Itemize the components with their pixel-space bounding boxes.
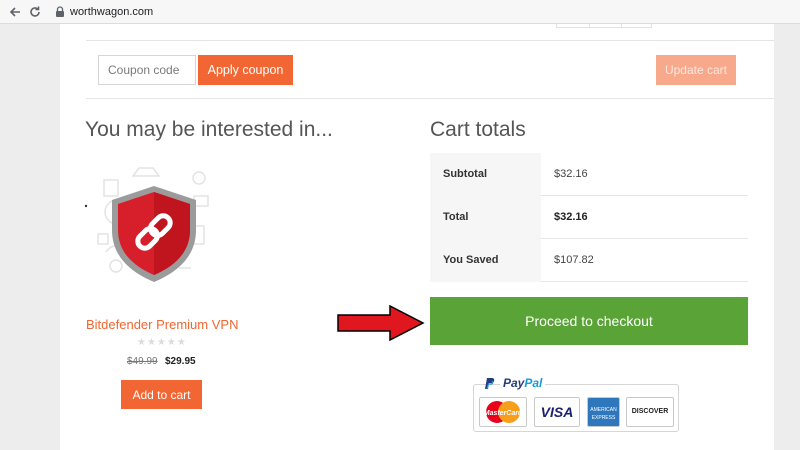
table-row: Total $32.16 bbox=[430, 196, 748, 239]
mastercard-icon: MasterCard bbox=[479, 397, 527, 427]
payment-methods-badge: PayPal MasterCard VISA AMERICAN EXPRESS … bbox=[473, 376, 679, 432]
add-to-cart-button[interactable]: Add to cart bbox=[121, 380, 202, 409]
address-bar-url[interactable]: worthwagon.com bbox=[70, 5, 153, 19]
lock-icon[interactable] bbox=[53, 5, 67, 19]
subtotal-label: Subtotal bbox=[430, 153, 541, 196]
coupon-code-input[interactable] bbox=[98, 55, 196, 85]
svg-text:MasterCard: MasterCard bbox=[484, 410, 523, 417]
saved-label: You Saved bbox=[430, 239, 541, 282]
sale-price: $29.95 bbox=[165, 356, 196, 367]
subtotal-value: $32.16 bbox=[554, 168, 588, 180]
total-label: Total bbox=[430, 196, 541, 239]
table-row: You Saved $107.82 bbox=[430, 239, 748, 282]
total-value: $32.16 bbox=[554, 211, 588, 223]
cart-totals-table: Subtotal $32.16 Total $32.16 You Saved $… bbox=[430, 153, 748, 282]
divider bbox=[86, 98, 774, 99]
back-arrow-icon[interactable] bbox=[6, 3, 24, 21]
cart-totals-title: Cart totals bbox=[430, 118, 526, 141]
rating-stars: ★★★★★ bbox=[137, 337, 187, 348]
amex-icon: AMERICAN EXPRESS bbox=[587, 397, 620, 427]
update-cart-button[interactable]: Update cart bbox=[656, 55, 736, 85]
interested-section-title: You may be interested in... bbox=[85, 118, 333, 141]
proceed-to-checkout-button[interactable]: Proceed to checkout bbox=[430, 297, 748, 345]
visa-icon: VISA bbox=[534, 397, 580, 427]
table-row: Subtotal $32.16 bbox=[430, 153, 748, 196]
paypal-logo: PayPal bbox=[500, 376, 546, 390]
browser-toolbar: worthwagon.com bbox=[0, 0, 800, 24]
quantity-stepper-fragment[interactable] bbox=[556, 24, 652, 28]
discover-icon: DISCOVER bbox=[626, 397, 674, 427]
paypal-logo-icon bbox=[483, 377, 495, 390]
shield-chain-link-icon bbox=[84, 167, 209, 282]
red-arrow-icon bbox=[336, 304, 426, 342]
product-name-link[interactable]: Bitdefender Premium VPN bbox=[86, 317, 238, 332]
divider bbox=[86, 40, 774, 41]
product-image[interactable] bbox=[84, 156, 224, 286]
old-price: $49.99 bbox=[127, 356, 158, 367]
reload-icon[interactable] bbox=[26, 3, 44, 21]
saved-value: $107.82 bbox=[554, 254, 594, 266]
apply-coupon-button[interactable]: Apply coupon bbox=[198, 55, 293, 85]
